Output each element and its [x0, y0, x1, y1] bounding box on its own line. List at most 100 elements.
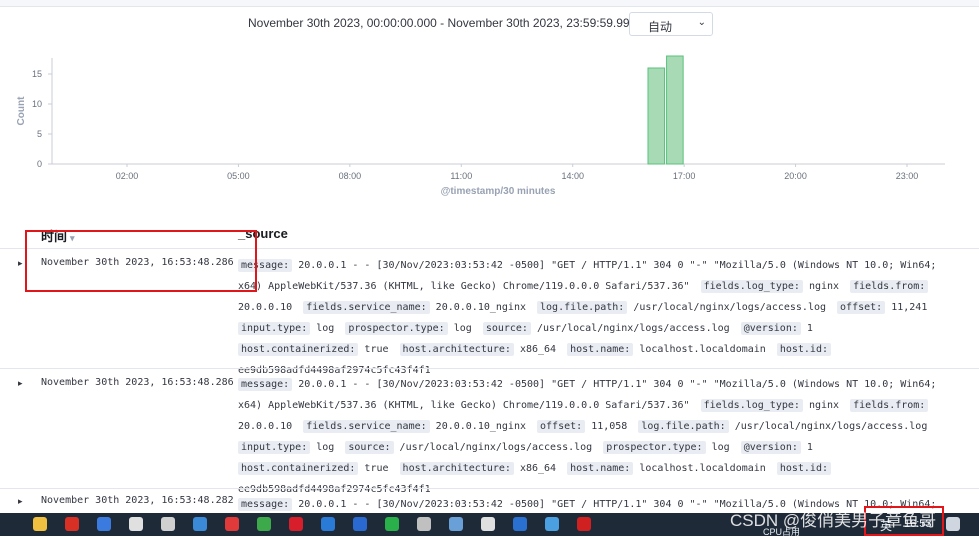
x-tick-label: 11:00: [450, 171, 472, 181]
taskbar-app-icon[interactable]: [385, 517, 399, 531]
field-value: 11,058: [591, 421, 628, 432]
taskbar-app-icon[interactable]: [449, 517, 463, 531]
y-tick-label: 10: [32, 99, 42, 109]
field-key[interactable]: @version:: [740, 441, 801, 454]
taskbar-app-icon[interactable]: [321, 517, 335, 531]
field-key[interactable]: prospector.type:: [345, 322, 448, 335]
x-tick-label: 08:00: [339, 171, 362, 181]
field-key[interactable]: fields.service_name:: [303, 301, 430, 314]
histogram-svg: 0 5 10 15 02:00 05:00 08:00 11:00 14:00 17:00 20:0…: [16, 55, 945, 197]
taskbar-app-icon[interactable]: [481, 517, 495, 531]
row-source: message: 20.0.0.1 - - [30/Nov/2023:03:53…: [238, 255, 938, 381]
expand-row-icon[interactable]: ▸: [18, 258, 23, 269]
field-value: 1: [806, 323, 813, 334]
x-tick-label: 23:00: [896, 171, 919, 181]
field-key[interactable]: message:: [238, 378, 293, 391]
field-key[interactable]: offset:: [537, 420, 586, 433]
table-row[interactable]: ▸ November 30th 2023, 16:53:48.286 message…: [0, 368, 979, 495]
field-value: 20.0.0.10_nginx: [435, 421, 526, 432]
field-value: nginx: [808, 400, 840, 411]
notification-icon[interactable]: [946, 517, 960, 531]
x-tick-label: 05:00: [227, 171, 250, 181]
field-key[interactable]: host.name:: [567, 343, 634, 356]
field-key[interactable]: fields.service_name:: [303, 420, 430, 433]
field-value: log: [316, 442, 335, 453]
taskbar-app-icon[interactable]: [417, 517, 431, 531]
field-value: 1: [806, 442, 813, 453]
interval-select[interactable]: 自动 ⌄: [629, 12, 713, 36]
time-range-label[interactable]: November 30th 2023, 00:00:00.000 - Novem…: [248, 16, 652, 30]
taskbar-app-icon[interactable]: [193, 517, 207, 531]
y-tick-label: 5: [37, 129, 42, 139]
taskbar-app-icon[interactable]: [353, 517, 367, 531]
taskbar-app-icon[interactable]: [129, 517, 143, 531]
field-key[interactable]: log.file.path:: [537, 301, 628, 314]
field-value: localhost.localdomain: [639, 344, 766, 355]
taskbar-app-icon[interactable]: [289, 517, 303, 531]
field-value: nginx: [808, 281, 840, 292]
time-bar: November 30th 2023, 00:00:00.000 - Novem…: [0, 12, 979, 36]
field-value: true: [364, 463, 389, 474]
field-value: x86_64: [519, 344, 557, 355]
field-value: x86_64: [519, 463, 557, 474]
field-key[interactable]: log.file.path:: [638, 420, 729, 433]
taskbar-app-icon[interactable]: [225, 517, 239, 531]
taskbar-app-icon[interactable]: [545, 517, 559, 531]
field-value: log: [453, 323, 472, 334]
field-value: /usr/local/nginx/logs/access.log: [633, 302, 826, 313]
histogram-bar: [647, 67, 666, 165]
field-key[interactable]: fields.from:: [850, 399, 929, 412]
field-key[interactable]: message:: [238, 498, 293, 511]
field-value: 20.0.0.10_nginx: [435, 302, 526, 313]
chevron-down-icon: ⌄: [697, 17, 706, 28]
field-key[interactable]: fields.log_type:: [700, 399, 803, 412]
taskbar-app-icon[interactable]: [65, 517, 79, 531]
field-key[interactable]: input.type:: [238, 322, 311, 335]
taskbar-app-icon[interactable]: [257, 517, 271, 531]
field-value: localhost.localdomain: [639, 463, 766, 474]
field-value: 20.0.0.10: [238, 421, 293, 432]
histogram-bar: [666, 55, 684, 165]
field-key[interactable]: @version:: [740, 322, 801, 335]
row-timestamp: November 30th 2023, 16:53:48.282: [41, 495, 234, 506]
taskbar-app-icon[interactable]: [33, 517, 47, 531]
field-key[interactable]: host.containerized:: [238, 343, 359, 356]
field-value: 11,241: [891, 302, 928, 313]
field-value: /usr/local/nginx/logs/access.log: [734, 421, 928, 432]
y-axis-label: Count: [16, 96, 27, 126]
x-tick-label: 17:00: [673, 171, 696, 181]
field-value: /usr/local/nginx/logs/access.log: [537, 323, 730, 334]
y-tick-label: 0: [37, 159, 42, 169]
histogram-chart[interactable]: 0 5 10 15 02:00 05:00 08:00 11:00 14:00 17:00 20:0…: [0, 48, 979, 208]
field-key[interactable]: source:: [482, 322, 531, 335]
highlight-box: [25, 230, 257, 292]
x-tick-label: 02:00: [116, 171, 139, 181]
field-value: log: [316, 323, 335, 334]
x-tick-label: 20:00: [784, 171, 807, 181]
y-tick-label: 15: [32, 69, 42, 79]
field-key[interactable]: host.id:: [776, 343, 831, 356]
field-key[interactable]: host.name:: [567, 462, 634, 475]
field-key[interactable]: host.architecture:: [399, 462, 514, 475]
field-value: /usr/local/nginx/logs/access.log: [399, 442, 593, 453]
field-key[interactable]: fields.log_type:: [700, 280, 803, 293]
interval-value: 自动: [648, 20, 673, 34]
watermark: CSDN @俊俏美男子章鱼哥: [730, 511, 937, 530]
expand-row-icon[interactable]: ▸: [18, 378, 23, 389]
field-key[interactable]: fields.from:: [850, 280, 929, 293]
field-key[interactable]: host.id:: [776, 462, 831, 475]
field-key[interactable]: host.containerized:: [238, 462, 359, 475]
field-value: true: [364, 344, 389, 355]
field-value: log: [711, 442, 730, 453]
taskbar-app-icon[interactable]: [577, 517, 591, 531]
field-key[interactable]: offset:: [837, 301, 886, 314]
taskbar-app-icon[interactable]: [97, 517, 111, 531]
row-source: message: 20.0.0.1 - - [30/Nov/2023:03:53…: [238, 374, 938, 500]
field-key[interactable]: source:: [345, 441, 394, 454]
expand-row-icon[interactable]: ▸: [18, 496, 23, 507]
field-key[interactable]: prospector.type:: [603, 441, 706, 454]
field-key[interactable]: input.type:: [238, 441, 311, 454]
taskbar-app-icon[interactable]: [513, 517, 527, 531]
field-key[interactable]: host.architecture:: [399, 343, 514, 356]
taskbar-app-icon[interactable]: [161, 517, 175, 531]
